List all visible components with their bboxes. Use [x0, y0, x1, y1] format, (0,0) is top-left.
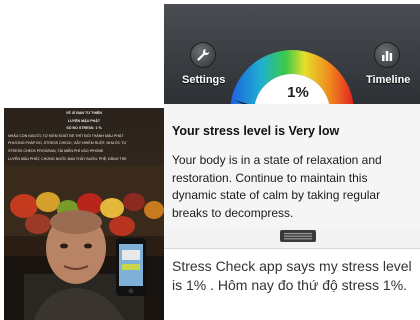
bar-chart-icon	[382, 51, 393, 61]
note-text: Stress Check app says my stress level is…	[172, 258, 412, 293]
timeline-button[interactable]	[374, 42, 400, 68]
stress-value: 1%	[287, 84, 309, 101]
timeline-label: Timeline	[366, 74, 411, 86]
drag-handle-icon[interactable]	[280, 230, 316, 242]
result-title: Your stress level is Very low	[172, 124, 340, 138]
photo-line: SỐ ĐO STRESS: 1 %	[66, 126, 102, 131]
photo-panel: VỀ XỈ BAN TỪ THIỆN LUYỆN MẬU PHẬT SỐ ĐO …	[4, 108, 164, 320]
photo-line: PHƯƠNG PHÁP ĐO, STRESS CHECK, GẤY NHIỄM …	[8, 141, 127, 146]
app-header: Settings 1% Timeline	[164, 4, 420, 112]
wrench-icon	[197, 48, 210, 61]
settings-label: Settings	[182, 74, 226, 86]
phone-icon	[116, 238, 146, 296]
result-card: Your stress level is Very low Your body …	[164, 104, 420, 228]
stress-check-app: Settings 1% Timeline Your stress level i…	[164, 4, 420, 320]
note-text-area[interactable]: Stress Check app says my stress level is…	[164, 248, 420, 320]
photo-line: LUYỆN MẬU PHẬT, CHỨNG NGỘC BẠN THẦY BUỒN…	[8, 156, 127, 161]
settings-button[interactable]	[190, 42, 216, 68]
result-description: Your body is in a state of relaxation an…	[172, 153, 382, 220]
photo-line: LUYỆN MẬU PHẬT	[67, 118, 101, 123]
photo-line: VỀ XỈ BAN TỪ THIỆN	[66, 111, 102, 115]
photo-line: STRESS CHECK PROGRAM, TẢI MIỄN PHÍ VÀO I…	[8, 148, 104, 153]
photo-line: NHẬU CON NGƯỜI, TỰ KIỂM SOÁT ĐỂ THÍT ĐỐI…	[8, 133, 124, 138]
